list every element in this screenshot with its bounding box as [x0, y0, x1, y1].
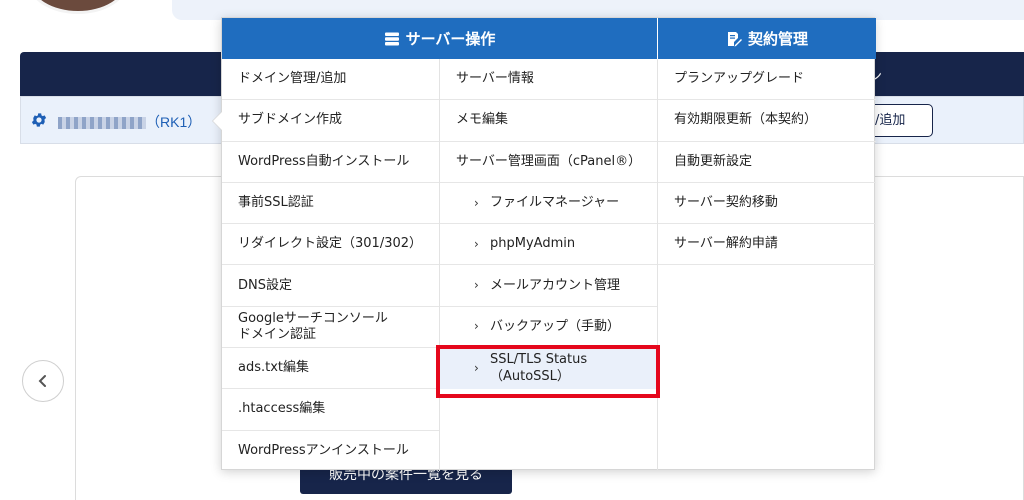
menu-item-dns[interactable]: DNS設定 [222, 265, 439, 307]
server-ops-header-label: サーバー操作 [405, 30, 496, 48]
gear-icon[interactable] [30, 111, 48, 129]
menu-item-auto-renew[interactable]: 自動更新設定 [658, 142, 876, 183]
menu-column-server: サーバー情報 メモ編集 サーバー管理画面（cPanel®） › ファイルマネージャ… [439, 59, 657, 471]
menu-column-domain: ドメイン管理/追加 サブドメイン作成 WordPress自動インストール 事前S… [222, 59, 439, 472]
file-manager-label: ファイルマネージャー [490, 194, 620, 210]
menu-item-wp-install[interactable]: WordPress自動インストール [222, 142, 439, 183]
backup-label: バックアップ（手動） [490, 318, 621, 334]
menu-item-server-info[interactable]: サーバー情報 [440, 59, 657, 101]
menu-item-cancel-server[interactable]: サーバー解約申請 [658, 224, 876, 266]
phpmyadmin-label: phpMyAdmin [490, 236, 576, 252]
chevron-left-icon [38, 375, 46, 387]
menu-item-wp-uninstall[interactable]: WordPressアンインストール [222, 431, 439, 472]
mail-accounts-label: メールアカウント管理 [490, 277, 621, 293]
chevron-right-icon: › [474, 278, 479, 293]
server-menu-dropdown: サーバー操作 契約管理 ドメイン管理/追加 サブドメイン作成 WordPress… [221, 17, 876, 472]
menu-item-search-console[interactable]: Googleサーチコンソール ドメイン認証 [222, 307, 439, 349]
menu-item-search-console-label: Googleサーチコンソール ドメイン認証 [238, 310, 388, 342]
chevron-right-icon: › [474, 319, 479, 334]
server-region-label: （RK1） [146, 114, 202, 130]
server-ops-header: サーバー操作 [222, 18, 657, 59]
menu-item-htaccess[interactable]: .htaccess編集 [222, 389, 439, 431]
menu-item-cpanel[interactable]: サーバー管理画面（cPanel®） [440, 142, 657, 183]
add-button-label: 追加 [879, 113, 906, 128]
menu-item-phpmyadmin[interactable]: › phpMyAdmin [440, 224, 657, 266]
page: ン （RK1） 理/追加 販売中の案件一覧を見る サーバー操作 [0, 0, 1024, 500]
menu-item-memo[interactable]: メモ編集 [440, 100, 657, 142]
chevron-right-icon: › [474, 236, 479, 251]
menu-item-file-manager[interactable]: › ファイルマネージャー [440, 183, 657, 225]
contract-edit-icon [727, 31, 742, 46]
highlight-annotation-box [436, 345, 660, 398]
menu-item-plan-upgrade[interactable]: プランアップグレード [658, 59, 876, 101]
menu-item-mail-accounts[interactable]: › メールアカウント管理 [440, 265, 657, 307]
avatar[interactable] [28, 0, 128, 14]
menu-item-domain-management[interactable]: ドメイン管理/追加 [222, 59, 439, 101]
menu-item-pre-ssl[interactable]: 事前SSL認証 [222, 183, 439, 225]
menu-item-subdomain[interactable]: サブドメイン作成 [222, 100, 439, 142]
menu-item-contract-transfer[interactable]: サーバー契約移動 [658, 183, 876, 225]
carousel-prev-button[interactable] [22, 360, 64, 402]
contract-header-label: 契約管理 [747, 30, 808, 48]
redacted-server-name [58, 117, 146, 130]
menu-item-renewal[interactable]: 有効期限更新（本契約） [658, 100, 876, 142]
chevron-right-icon: › [474, 195, 479, 210]
menu-item-redirect[interactable]: リダイレクト設定（301/302） [222, 224, 439, 266]
menu-column-contract: プランアップグレード 有効期限更新（本契約） 自動更新設定 サーバー契約移動 サ… [657, 59, 876, 471]
menu-item-ads-txt[interactable]: ads.txt編集 [222, 348, 439, 390]
server-name[interactable]: （RK1） [58, 112, 201, 132]
contract-header: 契約管理 [658, 18, 876, 59]
menu-item-backup[interactable]: › バックアップ（手動） [440, 307, 657, 349]
server-icon [384, 32, 399, 45]
